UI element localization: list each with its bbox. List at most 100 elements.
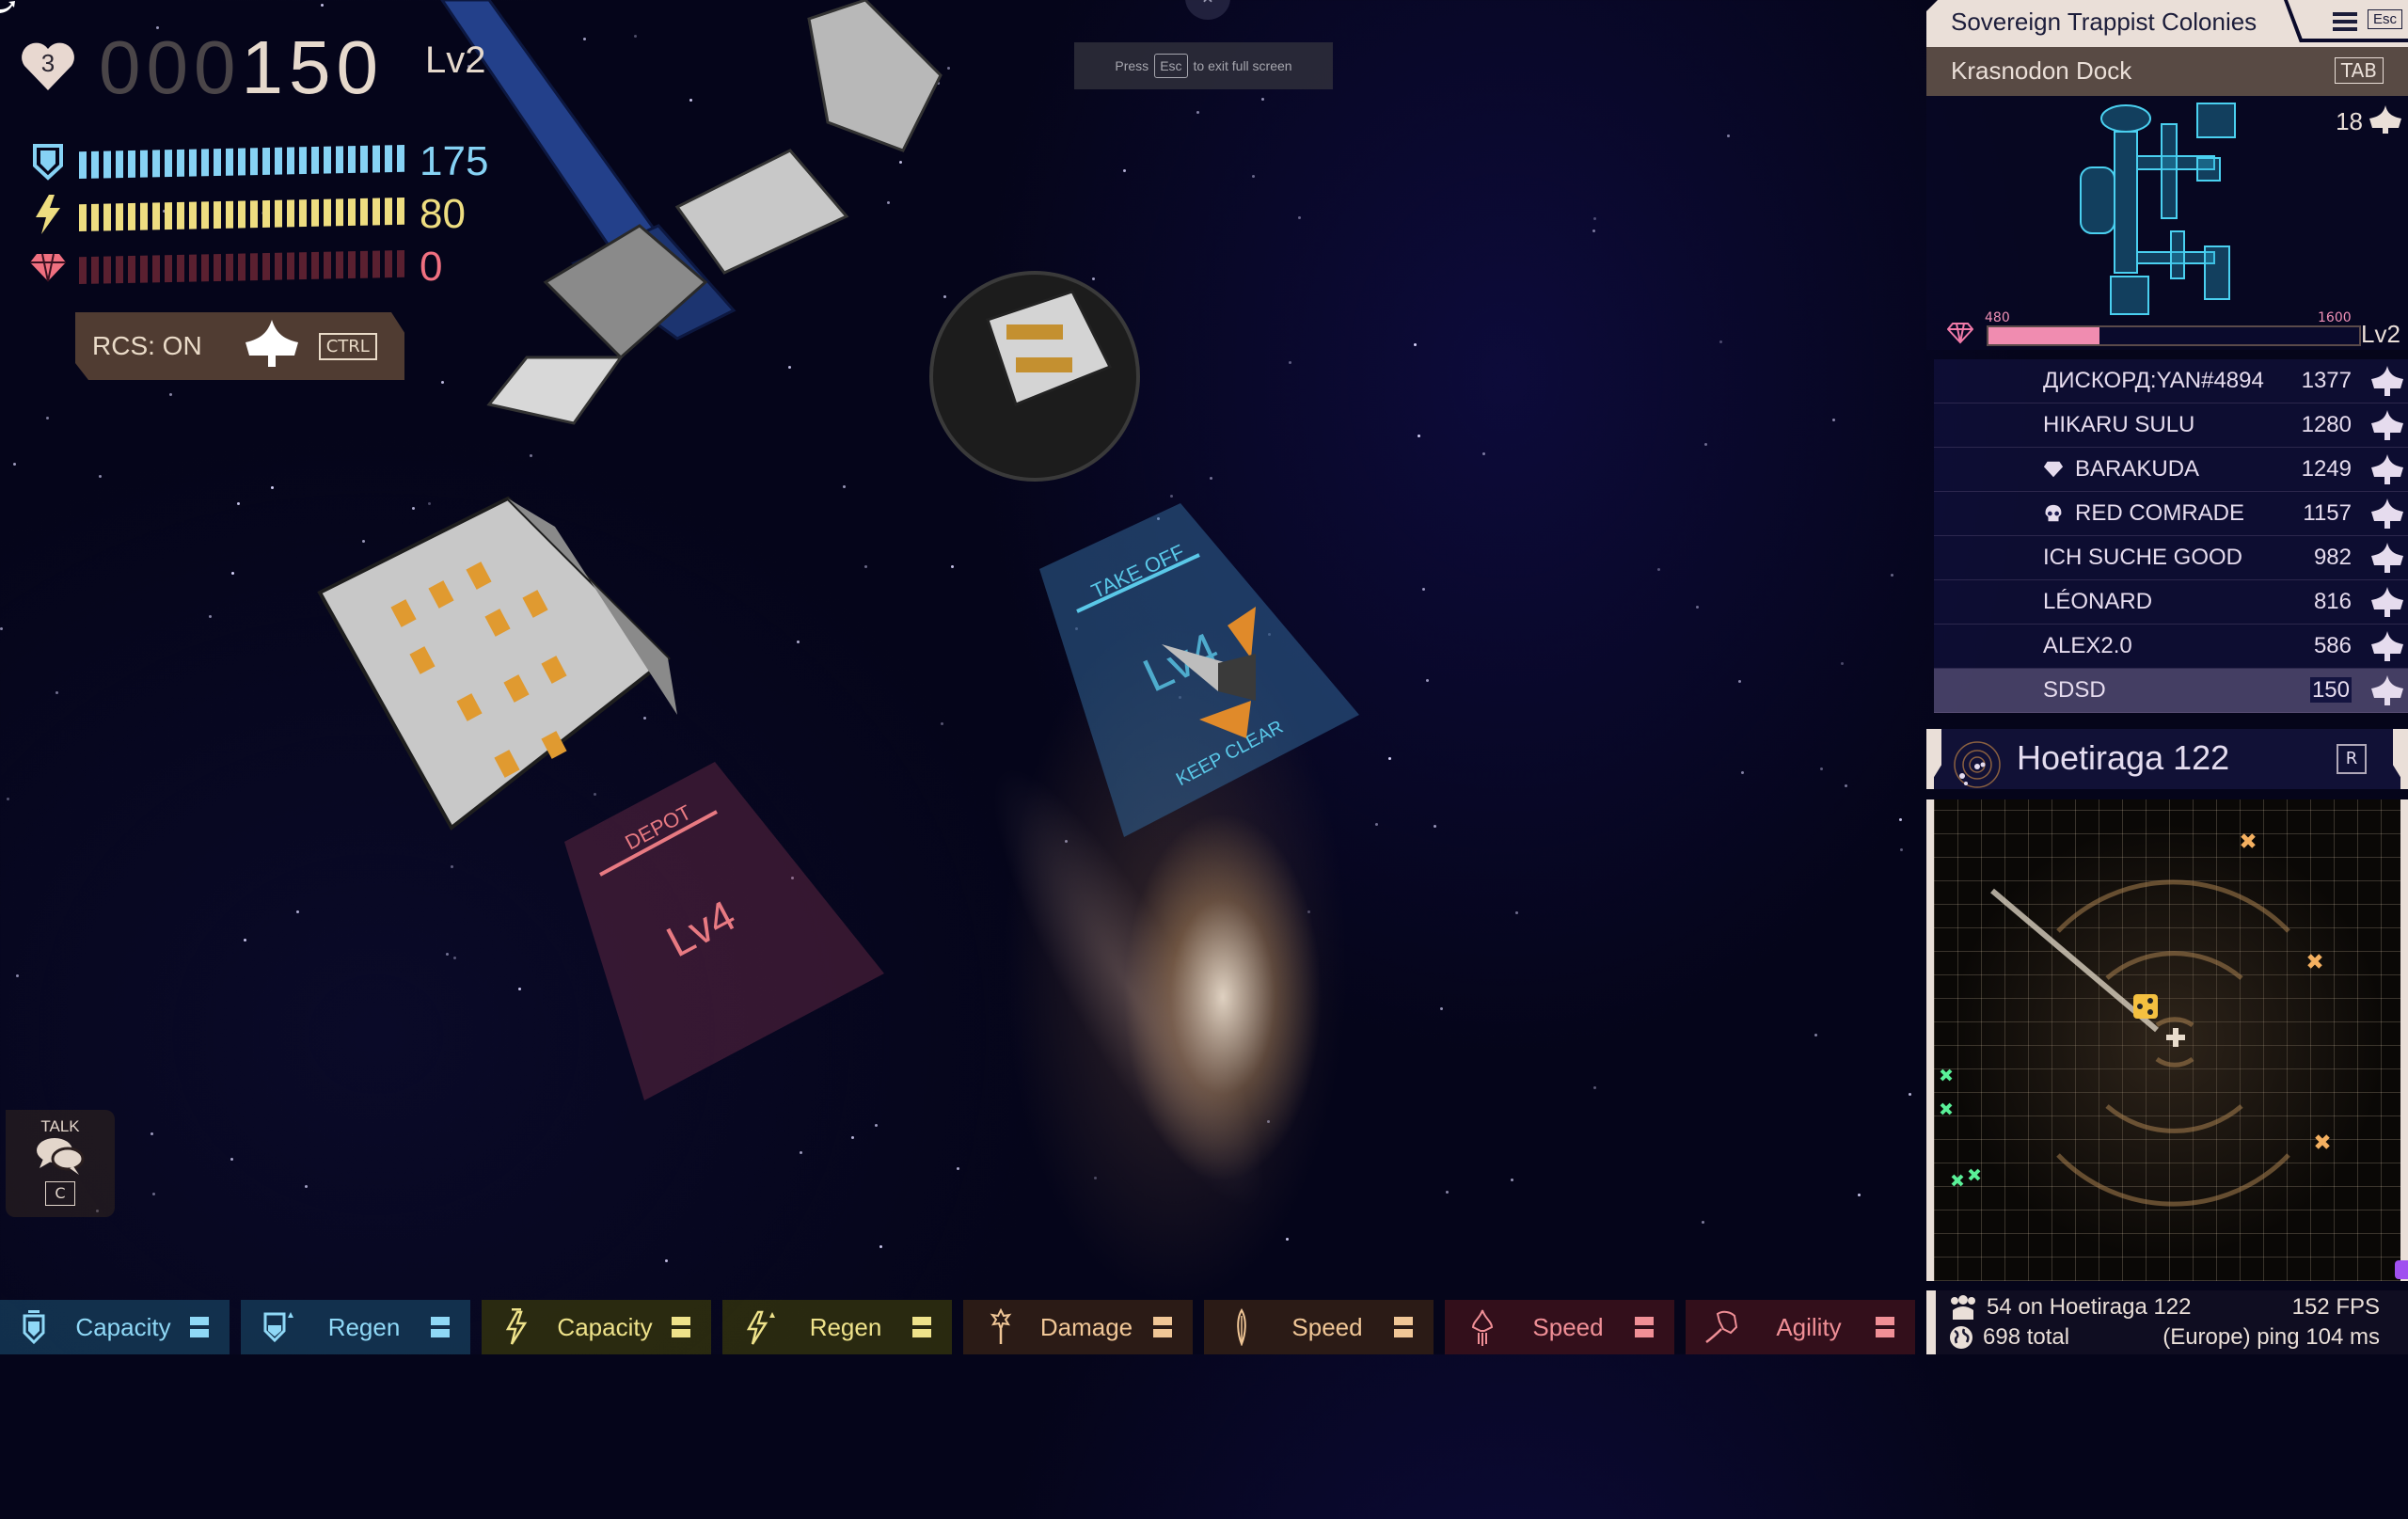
star bbox=[1289, 361, 1291, 364]
player-score: 982 bbox=[2313, 545, 2352, 570]
server-status: 54 on Hoetiraga 122 152 FPS 698 total (E… bbox=[1926, 1290, 2408, 1354]
star bbox=[1702, 1221, 1704, 1224]
shield-capacity-icon bbox=[19, 1308, 56, 1346]
twin-ship-icon bbox=[2371, 631, 2403, 661]
star bbox=[150, 1132, 153, 1135]
gem-icon bbox=[28, 247, 68, 287]
player-score: 150 bbox=[2309, 677, 2352, 703]
star bbox=[169, 393, 172, 396]
score-value: 150 bbox=[241, 25, 384, 109]
star bbox=[518, 988, 521, 990]
star bbox=[13, 463, 16, 466]
star bbox=[1719, 340, 1722, 343]
player-score: 1377 bbox=[2301, 368, 2352, 393]
rcs-label: RCS: ON bbox=[92, 331, 202, 360]
star bbox=[16, 974, 19, 977]
star bbox=[1841, 662, 1844, 665]
notice-prefix: Press bbox=[1115, 58, 1149, 73]
lives-count: 3 bbox=[40, 49, 55, 77]
gem-value: 0 bbox=[420, 244, 443, 290]
weapon-damage-icon bbox=[982, 1308, 1020, 1346]
ship-agility-icon bbox=[1704, 1308, 1742, 1346]
leaderboard-row[interactable]: ICH SUCHE GOOD 982 bbox=[1934, 536, 2408, 580]
player-score: 586 bbox=[2313, 633, 2352, 658]
leaderboard-row[interactable]: BARAKUDA 1249 bbox=[1934, 448, 2408, 492]
station-header[interactable]: Krasnodon Dock TAB bbox=[1926, 47, 2408, 96]
upgrade-energy-capacity-button[interactable]: Capacity bbox=[482, 1300, 711, 1354]
rcs-key-hint: CTRL bbox=[318, 332, 377, 360]
star bbox=[446, 953, 449, 956]
upgrade-level-pips bbox=[1153, 1317, 1172, 1337]
players-icon bbox=[1951, 1295, 1975, 1320]
star bbox=[209, 615, 212, 618]
talk-button[interactable]: TALK C bbox=[6, 1110, 115, 1217]
leaderboard-row[interactable]: HIKARU SULU 1280 bbox=[1934, 403, 2408, 448]
star bbox=[230, 1158, 233, 1161]
upgrade-bar: Capacity Regen Capacity Regen Damage Speed Spe… bbox=[0, 1300, 1926, 1354]
star bbox=[1434, 825, 1436, 828]
fighter-ship-icon bbox=[2371, 587, 2403, 617]
depot-pad[interactable]: DEPOT Lv4 bbox=[555, 757, 884, 1105]
fullscreen-toggle-icon[interactable] bbox=[0, 0, 17, 13]
docked-ship bbox=[1162, 607, 1256, 738]
chat-bubbles-icon bbox=[37, 1138, 85, 1175]
minimap[interactable] bbox=[1926, 799, 2408, 1281]
star bbox=[1422, 588, 1425, 591]
player-marker-icon bbox=[2166, 1028, 2185, 1047]
leaderboard-row[interactable]: ДИСКОРД:YAN#4894 1377 bbox=[1934, 359, 2408, 403]
upgrade-weapon-damage-button[interactable]: Damage bbox=[963, 1300, 1193, 1354]
star bbox=[1891, 574, 1893, 577]
star bbox=[1388, 757, 1391, 760]
upgrade-label: Regen bbox=[809, 1312, 882, 1341]
ship-silhouette-icon bbox=[2369, 105, 2401, 134]
habitat-module bbox=[929, 271, 1140, 482]
takeoff-pad[interactable]: TAKE OFF Lv4 KEEP CLEAR bbox=[1039, 503, 1359, 842]
star bbox=[1592, 229, 1595, 232]
fighter-ship-icon bbox=[2371, 454, 2403, 484]
system-header[interactable]: Hoetiraga 122 R bbox=[1926, 729, 2408, 789]
energy-value: 80 bbox=[420, 191, 466, 237]
player-score-cell: 586 bbox=[1934, 633, 2352, 659]
player-score-cell: 150 bbox=[1934, 677, 2352, 704]
score-padding: 000 bbox=[99, 25, 242, 109]
hostile-markers bbox=[2241, 833, 2330, 1149]
upgrade-label: Regen bbox=[327, 1312, 401, 1341]
upgrade-level-pips bbox=[1635, 1317, 1654, 1337]
player-score: 1280 bbox=[2301, 412, 2352, 437]
player-score: 1249 bbox=[2301, 456, 2352, 482]
energy-bar: 80 bbox=[28, 191, 466, 237]
upgrade-label: Agility bbox=[1776, 1312, 1842, 1341]
station-blueprint bbox=[2080, 103, 2236, 315]
upgrade-shield-regen-button[interactable]: Regen bbox=[241, 1300, 470, 1354]
hamburger-menu-icon[interactable] bbox=[2333, 11, 2357, 32]
fullscreen-notice: Press Esc to exit full screen bbox=[1074, 42, 1333, 89]
upgrade-energy-regen-button[interactable]: Regen bbox=[722, 1300, 952, 1354]
station-tab-key: TAB bbox=[2334, 57, 2384, 84]
energy-regen-icon bbox=[741, 1308, 779, 1346]
upgrade-ship-agility-button[interactable]: Agility bbox=[1686, 1300, 1915, 1354]
star bbox=[1414, 343, 1417, 346]
leaderboard-row[interactable]: ALEX2.0 586 bbox=[1934, 625, 2408, 669]
xp-max: 1600 bbox=[2318, 310, 2352, 325]
upgrade-ship-speed-button[interactable]: Speed bbox=[1445, 1300, 1674, 1354]
star bbox=[7, 798, 9, 800]
upgrade-shield-capacity-button[interactable]: Capacity bbox=[0, 1300, 230, 1354]
player-score-cell: 816 bbox=[1934, 589, 2352, 615]
star bbox=[1845, 784, 1847, 787]
shield-value: 175 bbox=[420, 138, 489, 184]
energy-capacity-icon bbox=[500, 1308, 538, 1346]
leaderboard-row[interactable]: RED COMRADE 1157 bbox=[1934, 492, 2408, 536]
player-score-cell: 982 bbox=[1934, 545, 2352, 571]
star bbox=[1832, 419, 1835, 421]
lives-indicator: 3 bbox=[19, 40, 77, 92]
leaderboard-row[interactable]: LÉONARD 816 bbox=[1934, 580, 2408, 625]
fighter-ship-icon bbox=[2371, 366, 2403, 396]
leaderboard-row-self[interactable]: SDSD 150 bbox=[1934, 669, 2408, 713]
rcs-toggle[interactable]: RCS: ON CTRL bbox=[75, 312, 404, 380]
upgrade-weapon-speed-button[interactable]: Speed bbox=[1204, 1300, 1434, 1354]
gem-bar: 0 bbox=[28, 244, 443, 290]
minimap-overlay bbox=[1940, 833, 2408, 1279]
player-score-cell: 1249 bbox=[1934, 456, 2352, 483]
docked-ships-count: 18 bbox=[2336, 107, 2363, 135]
station-xp-bar: 480 1600 Lv2 bbox=[1926, 310, 2408, 348]
